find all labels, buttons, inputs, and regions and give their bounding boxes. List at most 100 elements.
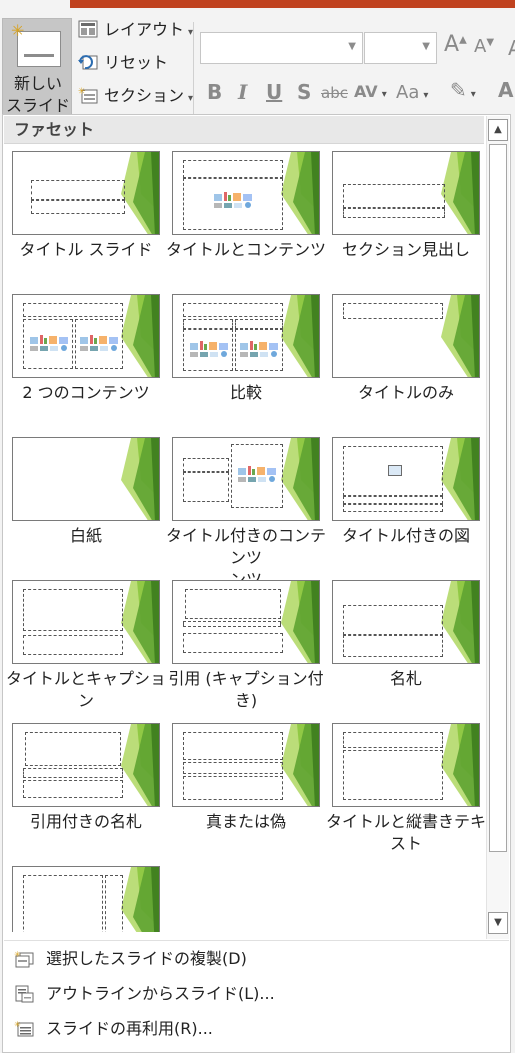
- grow-font-button[interactable]: A▲: [444, 32, 467, 57]
- gallery-header: ファセット: [4, 116, 484, 144]
- placeholder-box: [105, 875, 123, 932]
- reuse-slides-item[interactable]: ✳ スライドの再利用(R)...: [4, 1012, 509, 1046]
- placeholder-box: [183, 776, 283, 800]
- placeholder-box: [23, 780, 123, 798]
- layout-thumbnail: [172, 580, 320, 664]
- layout-label: 引用付きの名札: [29, 812, 142, 831]
- chevron-down-icon: ▼: [348, 41, 356, 52]
- placeholder-box: [343, 605, 443, 635]
- placeholder-box: [343, 504, 443, 512]
- section-icon: ✳: [78, 87, 98, 104]
- shrink-font-button[interactable]: A▼: [474, 36, 494, 57]
- placeholder-box: [343, 184, 445, 208]
- font-size-select[interactable]: ▼: [364, 32, 437, 64]
- placeholder-box: [75, 319, 123, 369]
- change-case-button[interactable]: Aa ▾: [396, 82, 428, 103]
- chevron-down-icon: ▾: [470, 89, 476, 100]
- svg-text:✳: ✳: [14, 950, 21, 959]
- placeholder-box: [183, 458, 229, 472]
- placeholder-box: [31, 180, 125, 200]
- new-slide-button[interactable]: ✳ 新しい スライド▾: [2, 18, 72, 136]
- facet-decoration: [121, 438, 159, 520]
- placeholder-box: [235, 329, 283, 371]
- ribbon-separator: [193, 22, 194, 118]
- content-icons: [240, 340, 280, 358]
- outline-slides-item[interactable]: アウトラインからスライド(L)...: [4, 977, 509, 1011]
- placeholder-box: [25, 732, 121, 766]
- duplicate-slide-label: 選択したスライドの複製(D): [46, 949, 247, 968]
- placeholder-box: [23, 589, 123, 631]
- underline-button[interactable]: U: [266, 80, 282, 104]
- placeholder-box: [23, 319, 73, 369]
- layout-label: タイトル付きの図: [341, 526, 470, 545]
- layout-thumbnail: [12, 151, 160, 235]
- layout-label: タイトルとコンテンツ: [166, 240, 327, 259]
- layout-label: タイトル スライド: [19, 240, 153, 259]
- duplicate-slide-item[interactable]: ✳ 選択したスライドの複製(D): [4, 942, 509, 976]
- placeholder-box: [183, 303, 283, 317]
- menu-divider: [4, 940, 509, 941]
- layout-label: レイアウト: [104, 20, 185, 39]
- font-color-button[interactable]: A: [498, 78, 513, 102]
- duplicate-slide-icon: ✳: [14, 950, 34, 968]
- layout-button[interactable]: レイアウト ▾: [76, 16, 193, 44]
- reset-button[interactable]: リセット: [76, 49, 168, 77]
- layout-thumbnail: [332, 580, 480, 664]
- layout-thumbnail: [172, 723, 320, 807]
- placeholder-box: [183, 762, 283, 774]
- placeholder-box: [343, 635, 443, 657]
- placeholder-box: [23, 303, 123, 317]
- gallery-scrollbar[interactable]: ▲ ▼: [486, 116, 509, 939]
- layout-thumbnail: [332, 294, 480, 378]
- strikethrough-button[interactable]: abc: [321, 84, 348, 102]
- scroll-thumb[interactable]: [489, 144, 507, 852]
- svg-text:✳: ✳: [78, 87, 86, 97]
- layout-thumbnail: [172, 294, 320, 378]
- layout-label: タイトルのみ: [357, 383, 454, 402]
- scroll-down-button[interactable]: ▼: [488, 912, 508, 934]
- layout-label: 比較: [229, 383, 262, 402]
- layout-thumbnail: [12, 723, 160, 807]
- placeholder-box: [183, 472, 229, 502]
- ribbon: ✳ 新しい スライド▾ レイアウト▾ リセット ✳ セクション▾ ▼ ▼ A▲ …: [0, 8, 515, 136]
- chevron-down-icon: ▾: [423, 90, 429, 101]
- placeholder-box: [31, 200, 125, 214]
- svg-text:✳: ✳: [14, 1020, 21, 1029]
- chevron-down-icon: ▾: [381, 89, 387, 100]
- font-family-select[interactable]: ▼: [200, 32, 363, 64]
- placeholder-box: [343, 303, 443, 319]
- content-icons: [190, 340, 230, 358]
- layout-label: 名札: [389, 669, 422, 688]
- placeholder-box: [183, 633, 283, 653]
- reuse-slides-icon: ✳: [14, 1020, 34, 1037]
- content-icons: [30, 334, 70, 352]
- ribbon-accent: [70, 0, 515, 8]
- picture-icon: [388, 465, 402, 476]
- highlighter-icon: ✎: [450, 78, 467, 102]
- layout-thumbnail: [332, 723, 480, 807]
- layout-label: 引用 (キャプション付 き): [168, 669, 324, 710]
- layout-label: 真または偽: [205, 812, 286, 831]
- placeholder-box: [183, 732, 283, 760]
- bold-button[interactable]: B: [207, 80, 222, 104]
- layout-label: セクション見出し: [341, 240, 470, 259]
- star-icon: ✳: [11, 21, 25, 40]
- clear-format-button[interactable]: A: [508, 36, 515, 60]
- placeholder-box: [23, 875, 103, 932]
- character-spacing-button[interactable]: AV ▾: [354, 82, 387, 101]
- italic-button[interactable]: I: [238, 80, 247, 104]
- outline-slides-label: アウトラインからスライド(L)...: [46, 984, 275, 1003]
- reset-icon: [78, 55, 98, 70]
- shadow-button[interactable]: S: [297, 80, 311, 104]
- section-button[interactable]: ✳ セクション ▾: [76, 82, 193, 110]
- chevron-down-icon: ▼: [422, 41, 430, 52]
- scroll-up-button[interactable]: ▲: [488, 119, 508, 141]
- placeholder-box: [231, 444, 283, 508]
- placeholder-box: [235, 319, 283, 329]
- layout-thumbnail: [12, 294, 160, 378]
- layout-gallery: ファセット タイトル スライド タイトルとコンテンツ セクション見出し 2 つのコンテ…: [2, 114, 511, 1053]
- placeholder-box: [343, 208, 445, 218]
- highlight-button[interactable]: ✎ ▾: [450, 78, 476, 102]
- placeholder-box: [343, 750, 443, 800]
- layout-icon: [78, 20, 98, 38]
